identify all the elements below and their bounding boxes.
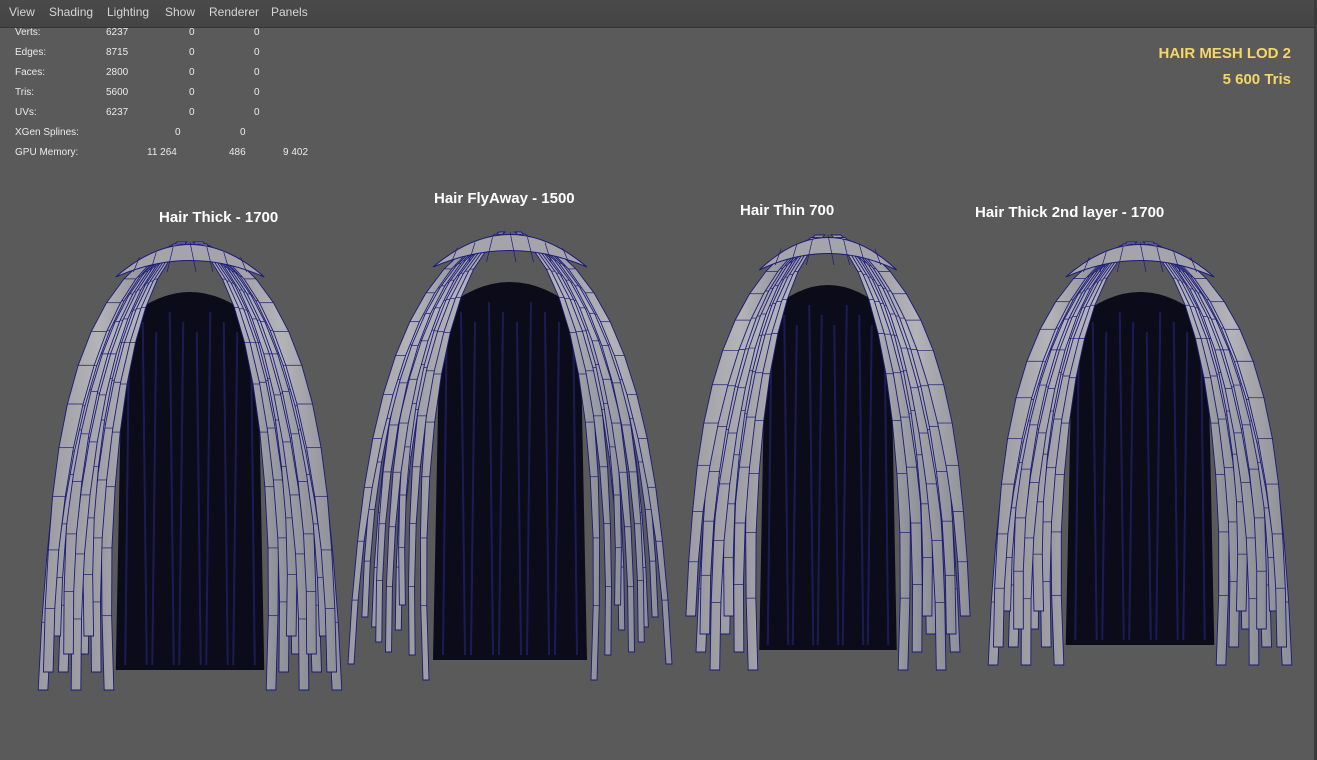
label-hair-thick: Hair Thick - 1700 bbox=[159, 209, 279, 226]
hair-interior bbox=[433, 282, 587, 660]
hair-interior bbox=[1065, 292, 1215, 645]
hud-value: 6237 bbox=[106, 27, 129, 38]
menu-panels[interactable]: Panels bbox=[271, 5, 308, 19]
viewport-scene[interactable] bbox=[0, 0, 1317, 760]
hud-value: 0 bbox=[254, 107, 260, 118]
hair-interior bbox=[759, 285, 897, 650]
hud-value: 0 bbox=[240, 127, 246, 138]
hair-mesh-thick-2nd-layer[interactable] bbox=[987, 241, 1293, 666]
hair-interior bbox=[115, 292, 265, 670]
hair-mesh-thin[interactable] bbox=[685, 234, 971, 671]
hud-value: 9 402 bbox=[283, 147, 309, 158]
hair-mesh-flyaway[interactable] bbox=[347, 231, 673, 681]
menu-show[interactable]: Show bbox=[165, 5, 195, 19]
menu-shading[interactable]: Shading bbox=[49, 5, 93, 19]
hud-value: 5600 bbox=[106, 87, 129, 98]
lod-title: HAIR MESH LOD 2 bbox=[1158, 45, 1291, 62]
hud-label: XGen Splines: bbox=[15, 127, 79, 138]
hud-label: Tris: bbox=[15, 87, 35, 98]
label-hair-flyaway: Hair FlyAway - 1500 bbox=[434, 190, 575, 207]
hud-value: 0 bbox=[189, 87, 195, 98]
hud-value: 11 264 bbox=[147, 147, 177, 158]
hud-value: 0 bbox=[189, 107, 195, 118]
hud-value: 486 bbox=[229, 147, 246, 158]
hair-mesh-thick[interactable] bbox=[37, 241, 343, 691]
hud-value: 0 bbox=[189, 27, 195, 38]
menu-renderer[interactable]: Renderer bbox=[209, 5, 259, 19]
label-hair-thin: Hair Thin 700 bbox=[740, 202, 835, 219]
hud-value: 0 bbox=[175, 127, 181, 138]
hud-value: 0 bbox=[254, 67, 260, 78]
hud-label: Faces: bbox=[15, 67, 46, 78]
hud-label: UVs: bbox=[15, 107, 37, 118]
menu-lighting[interactable]: Lighting bbox=[107, 5, 149, 19]
hud-value: 6237 bbox=[106, 107, 129, 118]
hud-value: 0 bbox=[189, 67, 195, 78]
hud-value: 8715 bbox=[106, 47, 129, 58]
hud-label: Edges: bbox=[15, 47, 47, 58]
viewport-menu-bar: View Shading Lighting Show Renderer Pane… bbox=[0, 0, 1317, 28]
hud-value: 0 bbox=[254, 47, 260, 58]
label-hair-thick-2nd-layer: Hair Thick 2nd layer - 1700 bbox=[975, 204, 1165, 221]
tris-count: 5 600 Tris bbox=[1222, 71, 1291, 88]
hud-value: 0 bbox=[189, 47, 195, 58]
hud-label: Verts: bbox=[15, 27, 41, 38]
hud-label: GPU Memory: bbox=[15, 147, 79, 158]
menu-view[interactable]: View bbox=[9, 5, 35, 19]
hud-value: 2800 bbox=[106, 67, 129, 78]
hud-value: 0 bbox=[254, 87, 260, 98]
viewport-title: HAIR MESH LOD 2 5 600 Tris bbox=[1158, 41, 1291, 93]
hud-value: 0 bbox=[254, 27, 260, 38]
